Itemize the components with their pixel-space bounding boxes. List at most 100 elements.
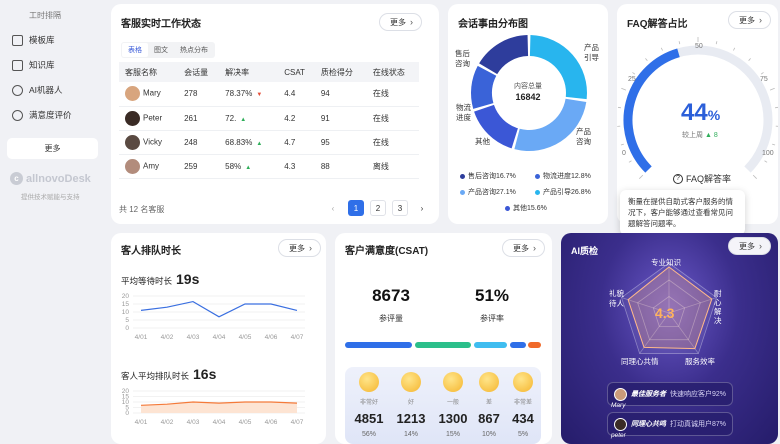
gauge-tick: 25 <box>628 76 636 83</box>
donut-center-value: 16842 <box>515 92 541 102</box>
csat-level-percent: 15% <box>445 431 460 438</box>
legend-swatch <box>535 173 540 179</box>
agent-count: 共 12 名客服 <box>119 205 165 214</box>
gauge-tick: 75 <box>760 76 768 83</box>
y-tick-label: 15 <box>122 301 130 308</box>
csat-level-percent: 14% <box>403 431 418 438</box>
page-2-button[interactable]: 2 <box>370 200 386 216</box>
agent-table: 客服名称 会话量 解决率 CSAT 质检得分 在线状态 Mary 278 78.… <box>119 62 419 179</box>
smile-icon <box>12 109 23 121</box>
book-icon <box>12 59 23 71</box>
csat-bar-very-good <box>345 342 412 348</box>
donut-slice[interactable] <box>479 35 529 75</box>
column-header: CSAT <box>278 62 315 82</box>
csat-level-label: 差 <box>485 400 492 406</box>
gauge-tick-mark <box>760 72 764 75</box>
queue-time-value: 16s <box>193 366 217 382</box>
sidebar-item-templates[interactable]: 模板库 <box>12 34 55 46</box>
legend-item: 物流进度12.8% <box>535 171 591 181</box>
slice-label: 其他 <box>475 137 490 146</box>
tab-cards[interactable]: 图文 <box>148 43 174 57</box>
slice-label: 售后 咨询 <box>455 49 470 68</box>
gauge-tick-mark <box>772 143 776 146</box>
sidebar-item-label: AI机器人 <box>29 85 63 95</box>
more-button[interactable]: 更多 › <box>502 239 545 257</box>
gauge-tick-mark <box>764 160 768 163</box>
faq-week-compare: 较上周 ▲ 8 <box>682 132 718 139</box>
x-tick-label: 4/03 <box>187 419 200 426</box>
gauge-tick-mark <box>621 87 627 91</box>
donut-slice[interactable] <box>471 65 497 109</box>
tab-table[interactable]: 表格 <box>122 43 148 57</box>
gauge-tick-mark <box>769 87 775 91</box>
trend-up-icon: ▲ <box>245 164 252 171</box>
trend-up-icon: ▲ <box>240 116 247 123</box>
csat-count-label: 参评量 <box>379 314 403 323</box>
x-tick-label: 4/05 <box>239 419 252 426</box>
table-row[interactable]: Mary 278 78.37% ▼ 4.4 94 在线 <box>119 82 419 107</box>
tab-heatmap[interactable]: 热点分布 <box>174 43 214 57</box>
prev-page-button[interactable]: ‹ <box>325 200 341 216</box>
radar-label: 同理心共情 <box>621 357 659 366</box>
trend-up-icon: ▲ <box>704 132 712 139</box>
gauge-tick-mark <box>628 160 632 163</box>
x-tick-label: 4/07 <box>291 419 304 426</box>
avatar <box>614 387 627 401</box>
chevron-right-icon: › <box>410 17 413 27</box>
x-tick-label: 4/01 <box>135 334 148 341</box>
queue-time-label: 客人平均排队时长 16s <box>121 366 217 382</box>
chevron-right-icon: › <box>533 243 536 253</box>
emoji-icon <box>513 372 533 392</box>
csat-level-percent: 56% <box>361 431 376 438</box>
x-tick-label: 4/05 <box>239 334 252 341</box>
sidebar-item-label: 满意度评价 <box>29 110 72 120</box>
wait-time-label: 平均等待时长 19s <box>121 271 200 287</box>
more-button[interactable]: 更多 › <box>379 13 422 31</box>
card-title: 客服实时工作状态 <box>121 19 201 30</box>
next-page-button[interactable]: › <box>414 200 430 216</box>
csat-level-count: 434 <box>512 411 534 426</box>
brand-logo: c allnovoDesk <box>10 172 91 185</box>
y-tick-label: 10 <box>122 309 130 316</box>
award-agent-name: Mary <box>611 402 626 409</box>
slice-label: 物流 进度 <box>456 103 471 122</box>
x-tick-label: 4/01 <box>135 419 148 426</box>
sidebar-item-knowledge[interactable]: 知识库 <box>12 59 55 71</box>
sidebar-more-button[interactable]: 更多 <box>7 138 98 159</box>
csat-bar-very-bad <box>528 342 541 348</box>
gauge-tick-mark <box>678 41 681 45</box>
emoji-icon <box>443 372 463 392</box>
legend-item: 产品咨询27.1% <box>460 187 516 197</box>
faq-tooltip: 衡量在提供自助式客户服务的情况下，客户能够通过查看常见问题解答问题率。 <box>620 190 745 235</box>
csat-bar-neutral <box>474 342 507 348</box>
radar-label: 耐 心 解 决 <box>714 289 722 325</box>
radar-label: 礼貌 待人 <box>609 289 624 308</box>
slice-label: 产品 咨询 <box>576 127 591 146</box>
page-1-button[interactable]: 1 <box>348 200 364 216</box>
agent-status-card: 客服实时工作状态 更多 › 表格 图文 热点分布 客服名称 会话量 解决率 CSA… <box>111 4 439 224</box>
gauge-tick: 100 <box>762 150 774 157</box>
csat-level-label: 非常差 <box>513 400 532 406</box>
ai-score: 4.3 <box>655 305 675 321</box>
trend-down-icon: ▼ <box>256 92 263 99</box>
column-header: 在线状态 <box>366 62 419 82</box>
column-header: 客服名称 <box>119 62 179 82</box>
gauge-tick-mark <box>620 143 624 146</box>
sidebar-item-robot[interactable]: AI机器人 <box>12 84 63 96</box>
legend-item: 产品引导26.8% <box>535 187 591 197</box>
csat-level-label: 一般 <box>446 400 459 406</box>
award-badge[interactable]: 最佳服务者 快速响应客户92% <box>607 382 734 406</box>
csat-level-count: 1300 <box>438 411 468 426</box>
table-row[interactable]: Amy 259 58% ▲ 4.3 88 离线 <box>119 154 419 179</box>
x-tick-label: 4/07 <box>291 334 304 341</box>
table-row[interactable]: Vicky 248 68.83% ▲ 4.7 95 在线 <box>119 130 419 155</box>
table-row[interactable]: Peter 261 72. ▲ 4.2 91 在线 <box>119 106 419 131</box>
csat-rate-label: 参评率 <box>480 314 504 323</box>
sidebar-item-satisfaction[interactable]: 满意度评价 <box>12 109 72 121</box>
template-icon <box>12 34 23 46</box>
page-3-button[interactable]: 3 <box>392 200 408 216</box>
faq-subtitle[interactable]: ? FAQ解答率 <box>673 172 731 185</box>
emoji-icon <box>401 372 421 392</box>
x-tick-label: 4/04 <box>213 419 226 426</box>
column-header: 解决率 <box>219 62 279 82</box>
